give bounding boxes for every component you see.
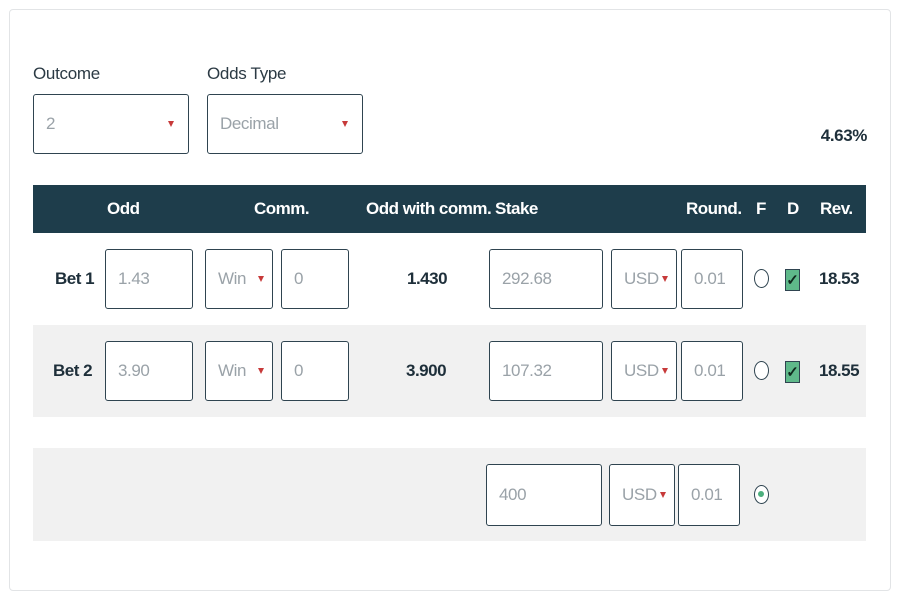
currency-select-value: USD [624, 269, 659, 288]
header-odd-with-comm: Odd with comm. [366, 199, 492, 218]
header-f: F [756, 199, 766, 218]
odd-input[interactable]: 1.43 [105, 249, 193, 309]
header-rev: Rev. [820, 199, 853, 218]
round-input[interactable]: 0.01 [681, 341, 743, 401]
odds-type-label: Odds Type [207, 64, 287, 83]
odds-type-select[interactable]: Decimal [207, 94, 363, 154]
table-row: Bet 1 1.43 Win 0 1.430 292.68 USD 0.01 ✓… [33, 233, 866, 325]
row-label: Bet 1 [55, 269, 95, 288]
commission-input-value: 0 [294, 269, 304, 288]
chevron-down-icon [258, 368, 264, 374]
currency-select-value: USD [624, 361, 659, 380]
odd-input[interactable]: 3.90 [105, 341, 193, 401]
stake-input[interactable]: 292.68 [489, 249, 603, 309]
odd-input-value: 3.90 [118, 361, 150, 380]
commission-type-select[interactable]: Win [205, 249, 273, 309]
fixed-radio[interactable] [754, 361, 769, 380]
revenue-value: 18.53 [819, 269, 860, 288]
total-row: 400 USD 0.01 [33, 448, 866, 541]
total-currency-select[interactable]: USD [609, 464, 675, 526]
commission-input-value: 0 [294, 361, 304, 380]
commission-type-select[interactable]: Win [205, 341, 273, 401]
chevron-down-icon [168, 121, 174, 127]
header-comm: Comm. [254, 199, 310, 218]
header-stake: Stake [495, 199, 538, 218]
currency-select[interactable]: USD [611, 249, 677, 309]
round-input-value: 0.01 [694, 361, 726, 380]
total-stake-value: 400 [499, 485, 527, 504]
chevron-down-icon [258, 276, 264, 282]
margin-percentage: 4.63% [820, 126, 868, 145]
stake-input-value: 107.32 [502, 361, 552, 380]
stake-input[interactable]: 107.32 [489, 341, 603, 401]
outcome-label: Outcome [33, 64, 100, 83]
chevron-down-icon [662, 368, 668, 374]
total-round-input[interactable]: 0.01 [678, 464, 740, 526]
chevron-down-icon [342, 121, 348, 127]
stake-input-value: 292.68 [502, 269, 552, 288]
odd-with-commission: 1.430 [407, 269, 448, 288]
commission-input[interactable]: 0 [281, 249, 349, 309]
total-currency-value: USD [622, 485, 657, 504]
total-fixed-radio[interactable] [754, 485, 769, 504]
revenue-value: 18.55 [819, 361, 860, 380]
commission-input[interactable]: 0 [281, 341, 349, 401]
header-d: D [787, 199, 799, 218]
fixed-radio[interactable] [754, 269, 769, 288]
header-round: Round. [686, 199, 742, 218]
round-input[interactable]: 0.01 [681, 249, 743, 309]
total-stake-input[interactable]: 400 [486, 464, 602, 526]
commission-type-value: Win [218, 361, 247, 380]
header-odd: Odd [107, 199, 140, 218]
commission-type-value: Win [218, 269, 247, 288]
round-input-value: 0.01 [694, 269, 726, 288]
outcome-select[interactable]: 2 [33, 94, 189, 154]
distribute-checkbox[interactable]: ✓ [785, 269, 800, 291]
table-header: Odd Comm. Odd with comm. Stake Round. F … [33, 185, 866, 233]
outcome-select-value: 2 [46, 114, 56, 133]
row-label: Bet 2 [53, 361, 93, 380]
table-row: Bet 2 3.90 Win 0 3.900 107.32 USD 0.01 ✓… [33, 325, 866, 417]
chevron-down-icon [662, 276, 668, 282]
odd-input-value: 1.43 [118, 269, 150, 288]
odds-type-select-value: Decimal [220, 114, 279, 133]
distribute-checkbox[interactable]: ✓ [785, 361, 800, 383]
odd-with-commission: 3.900 [406, 361, 447, 380]
total-round-value: 0.01 [691, 485, 723, 504]
chevron-down-icon [660, 492, 666, 498]
currency-select[interactable]: USD [611, 341, 677, 401]
